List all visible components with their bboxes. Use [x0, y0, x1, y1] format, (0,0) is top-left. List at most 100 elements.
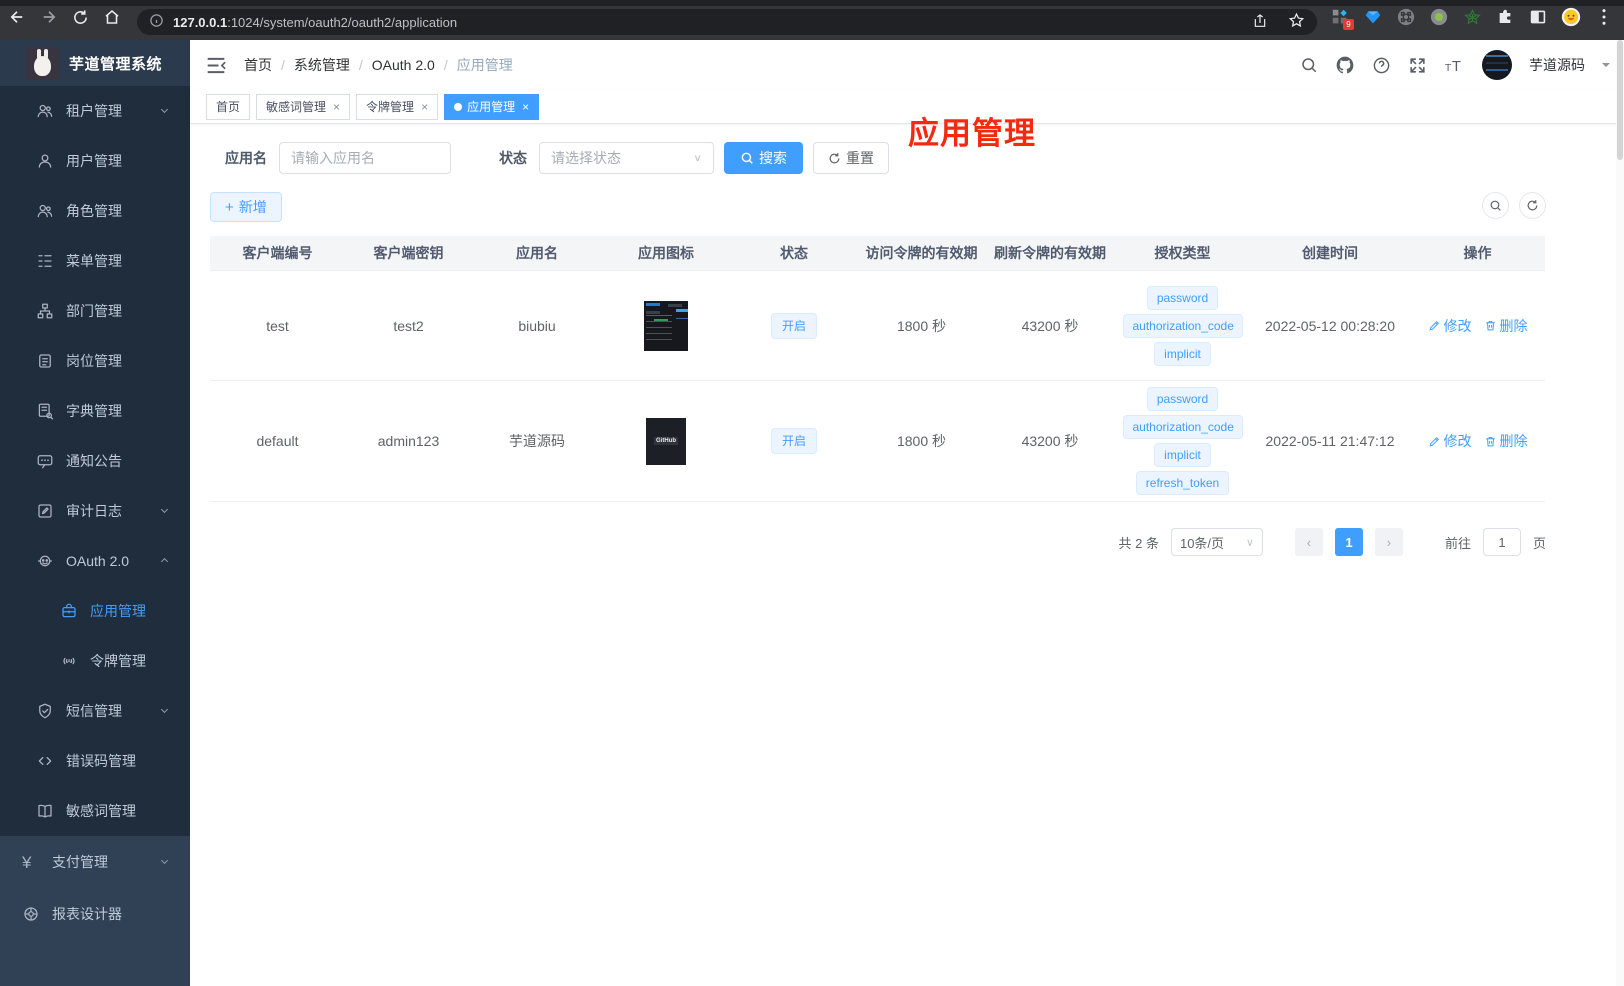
- sidebar-item-应用管理[interactable]: 应用管理: [0, 586, 190, 636]
- edit-button[interactable]: 修改: [1428, 431, 1472, 451]
- sidebar-item-租户管理[interactable]: 租户管理: [0, 86, 190, 136]
- toggle-search-icon[interactable]: [1482, 192, 1509, 219]
- chevron-down-icon[interactable]: [1602, 63, 1610, 71]
- delete-button[interactable]: 删除: [1484, 316, 1528, 336]
- search-icon[interactable]: [1300, 56, 1318, 74]
- sidebar-item-用户管理[interactable]: 用户管理: [0, 136, 190, 186]
- status-select[interactable]: 请选择状态 ∨: [539, 142, 714, 174]
- tab-敏感词管理[interactable]: 敏感词管理 ×: [256, 93, 351, 120]
- briefcase-icon: [60, 602, 78, 620]
- tab-label: 应用管理: [467, 100, 516, 114]
- open-book-icon: [36, 802, 54, 820]
- github-icon[interactable]: [1335, 55, 1355, 75]
- prev-page-button[interactable]: ‹: [1294, 528, 1323, 556]
- fullscreen-icon[interactable]: [1408, 56, 1427, 75]
- org-tree-icon: [36, 302, 54, 320]
- client-id-cell: default: [256, 433, 299, 449]
- report-icon: [22, 905, 40, 923]
- sidebar-item-岗位管理[interactable]: 岗位管理: [0, 336, 190, 386]
- next-page-button[interactable]: ›: [1374, 528, 1403, 556]
- sidebar-item-短信管理[interactable]: 短信管理: [0, 686, 190, 736]
- access-token-validity-cell: 1800 秒: [896, 433, 947, 449]
- close-icon[interactable]: ×: [522, 100, 529, 114]
- sidebar-item-报表设计器[interactable]: 报表设计器: [0, 888, 190, 940]
- applications-table: 客户端编号 客户端密钥 应用名 应用图标 状态 访问令牌的有效期 刷新令牌的有效期 授权类型 创…: [210, 236, 1545, 502]
- sidebar-item-OAuth20[interactable]: OAuth 2.0: [0, 536, 190, 586]
- address-bar[interactable]: 127.0.0.1:1024/system/oauth2/oauth2/appl…: [137, 9, 1317, 35]
- status-badge[interactable]: 开启: [770, 312, 817, 339]
- tab-label: 敏感词管理: [266, 100, 327, 114]
- reset-button[interactable]: 重置: [813, 142, 889, 174]
- search-button[interactable]: 搜索: [724, 142, 803, 174]
- app-name-input[interactable]: [279, 142, 451, 174]
- edit-button-label: 修改: [1443, 317, 1472, 334]
- refresh-token-validity-cell: 43200 秒: [1021, 317, 1079, 334]
- current-page-button[interactable]: 1: [1334, 528, 1363, 556]
- back-icon[interactable]: [8, 8, 26, 26]
- extension-badge: 9: [1343, 19, 1354, 30]
- access-token-validity-cell: 1800 秒: [896, 317, 947, 334]
- breadcrumb-item[interactable]: 系统管理: [294, 55, 350, 75]
- green-dot-circle-icon[interactable]: [1429, 7, 1449, 27]
- page-size-select[interactable]: 10条/页 ∨: [1170, 528, 1263, 556]
- sidebar-menu-root: ¥ 支付管理 报表设计器: [0, 836, 190, 940]
- sidebar-item-字典管理[interactable]: 字典管理: [0, 386, 190, 436]
- goto-page-input[interactable]: [1482, 528, 1521, 556]
- column-header: 应用图标: [638, 245, 694, 261]
- sidebar-item-通知公告[interactable]: 通知公告: [0, 436, 190, 486]
- sidebar-item-审计日志[interactable]: 审计日志: [0, 486, 190, 536]
- reload-icon[interactable]: [72, 9, 89, 26]
- site-info-icon[interactable]: [149, 13, 164, 31]
- extensions-grid-icon[interactable]: 9: [1330, 7, 1354, 30]
- chevron-down-icon: [159, 503, 170, 519]
- home-icon[interactable]: [103, 8, 121, 26]
- tab-令牌管理[interactable]: 令牌管理 ×: [356, 93, 439, 120]
- column-header: 应用名: [516, 245, 558, 261]
- blue-gem-icon[interactable]: [1363, 7, 1383, 27]
- command-circle-icon[interactable]: [1396, 7, 1416, 27]
- app-name-cell: 芋道源码: [509, 433, 565, 449]
- breadcrumb-item[interactable]: OAuth 2.0: [372, 57, 435, 73]
- sidebar-item-支付管理[interactable]: ¥ 支付管理: [0, 836, 190, 888]
- delete-button[interactable]: 删除: [1484, 431, 1528, 451]
- sidebar-item-角色管理[interactable]: 角色管理: [0, 186, 190, 236]
- puzzle-icon[interactable]: [1495, 7, 1515, 27]
- app-logo-bar[interactable]: 芋道管理系统: [0, 40, 190, 86]
- delete-button-label: 删除: [1499, 317, 1528, 334]
- share-icon[interactable]: [1252, 13, 1268, 32]
- font-size-icon[interactable]: TT: [1444, 56, 1465, 74]
- dashboard-screenshot-thumbnail: [644, 300, 688, 351]
- emoji-avatar-icon[interactable]: [1561, 7, 1581, 27]
- avatar[interactable]: [1482, 50, 1512, 80]
- add-button[interactable]: + 新增: [210, 192, 282, 222]
- breadcrumb-item[interactable]: 首页: [244, 55, 272, 75]
- sidebar-item-部门管理[interactable]: 部门管理: [0, 286, 190, 336]
- page-scrollbar[interactable]: [1616, 40, 1624, 986]
- overflow-menu-icon[interactable]: [1594, 7, 1614, 27]
- tab-首页[interactable]: 首页: [206, 93, 251, 120]
- sidebar-item-label: 令牌管理: [90, 653, 146, 669]
- split-view-icon[interactable]: [1528, 7, 1548, 27]
- green-star-icon[interactable]: [1462, 7, 1482, 27]
- table-row: test test2 biubiu 开启 1800 秒 43200 秒 password au…: [210, 270, 1545, 380]
- edit-log-icon: [36, 502, 54, 520]
- page-size-value: 10条/页: [1179, 535, 1225, 551]
- close-icon[interactable]: ×: [333, 100, 340, 114]
- sidebar-item-label: OAuth 2.0: [66, 553, 130, 569]
- collapse-sidebar-icon[interactable]: [206, 57, 226, 74]
- bookmark-star-icon[interactable]: [1288, 12, 1305, 32]
- help-icon[interactable]: [1372, 56, 1391, 75]
- sidebar-item-菜单管理[interactable]: 菜单管理: [0, 236, 190, 286]
- status-badge[interactable]: 开启: [770, 428, 817, 454]
- sidebar-item-敏感词管理[interactable]: 敏感词管理: [0, 786, 190, 836]
- shield-icon: [36, 702, 54, 720]
- close-icon[interactable]: ×: [421, 100, 428, 114]
- user-name[interactable]: 芋道源码: [1529, 55, 1585, 75]
- edit-button[interactable]: 修改: [1428, 316, 1472, 336]
- forward-icon[interactable]: [40, 8, 58, 26]
- refresh-icon[interactable]: [1519, 192, 1546, 219]
- sidebar-item-label: 应用管理: [90, 603, 146, 619]
- tab-应用管理[interactable]: 应用管理 ×: [444, 93, 540, 120]
- sidebar-item-令牌管理[interactable]: A 令牌管理: [0, 636, 190, 686]
- sidebar-item-错误码管理[interactable]: 错误码管理: [0, 736, 190, 786]
